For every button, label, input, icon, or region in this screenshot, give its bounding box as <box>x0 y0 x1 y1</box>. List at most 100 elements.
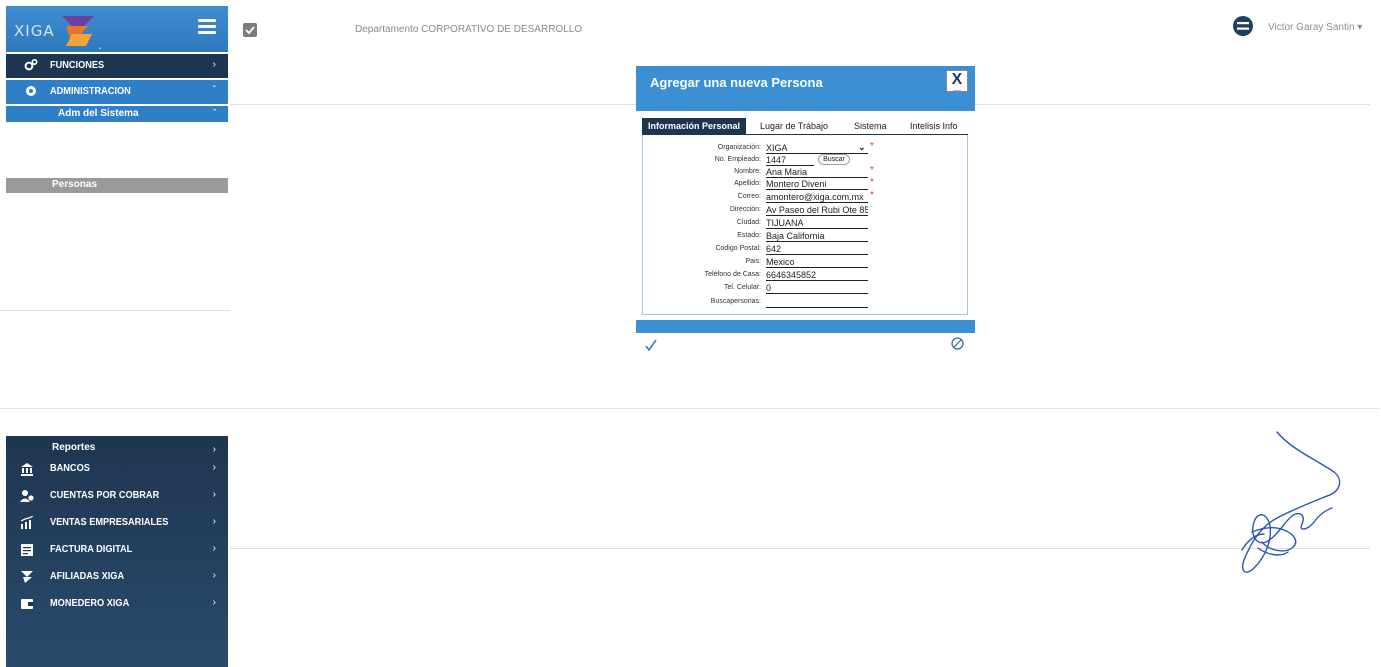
form-row-buscapersonas: Buscapersonas: <box>642 297 968 309</box>
modal-tabs: Información Personal Lugar de Trábajo Si… <box>642 118 968 134</box>
chevron-right-icon: › <box>212 444 216 455</box>
pais-field[interactable]: Mexico <box>766 257 868 268</box>
xiga-logo-icon <box>62 16 94 46</box>
buscar-button[interactable]: Buscar <box>818 154 850 165</box>
field-label: Tel. Celular: <box>724 284 761 291</box>
field-label: Codigo Postal: <box>715 245 761 252</box>
tab-intelisis-info[interactable]: Intelisis Info <box>910 118 958 134</box>
sidebar-item-factura-digital[interactable]: FACTURA DIGITAL › <box>6 539 228 561</box>
wallet-icon <box>21 599 33 609</box>
field-label: Buscapersonas: <box>710 298 761 305</box>
field-label: Pais: <box>745 258 761 265</box>
tab-lugar-de-trabajo[interactable]: Lugar de Trábajo <box>760 118 828 134</box>
gears-icon <box>24 58 38 71</box>
direccion-field[interactable]: Av Paseo del Rubi Ote 850 <box>766 205 868 216</box>
user-menu[interactable]: Victor Garay Santin ▾ <box>1268 22 1362 33</box>
cancel-icon[interactable] <box>951 337 964 350</box>
tab-informacion-personal[interactable]: Información Personal <box>642 118 747 134</box>
form-row-codigo-postal: Codigo Postal: 642 <box>642 244 968 256</box>
chevron-down-icon: ⌄ <box>858 142 866 152</box>
gear-icon <box>26 86 36 96</box>
sidebar-item-label: MONEDERO XIGA <box>50 598 130 609</box>
field-label: Dirección: <box>729 206 761 213</box>
organizacion-select[interactable]: XIGA <box>766 143 868 154</box>
field-label: No. Empleado: <box>714 156 761 163</box>
divider <box>0 408 1380 409</box>
field-label: Teléfono de Casa: <box>704 271 761 278</box>
sidebar-subitem-adm-sistema[interactable]: Adm del Sistema ˇ <box>6 106 228 122</box>
sidebar-item-label: CUENTAS POR COBRAR <box>50 490 160 501</box>
modal-footer <box>636 320 975 333</box>
form-row-tel-celular: Tel. Celular: 0 <box>642 283 968 295</box>
nombre-field[interactable]: Ana Maria <box>766 167 868 178</box>
form-row-ciudad: Ciudad: TIJUANA <box>642 218 968 230</box>
chevron-right-icon: › <box>212 570 216 581</box>
required-mark: * <box>870 190 874 201</box>
form-row-no-empleado: No. Empleado: 1447 Buscar <box>642 154 968 167</box>
form-row-direccion: Dirección: Av Paseo del Rubi Ote 850 <box>642 205 968 217</box>
form-row-pais: Pais: Mexico <box>642 257 968 269</box>
hamburger-menu-icon[interactable] <box>198 19 216 35</box>
field-label: Apellido: <box>734 180 761 187</box>
telefono-casa-field[interactable]: 6646345852 <box>766 270 868 281</box>
form-row-correo: Correo: amontero@xiga.com.mx * <box>642 190 968 204</box>
estado-field[interactable]: Baja California <box>766 231 868 242</box>
form-row-nombre: Nombre: Ana Maria * <box>642 165 968 179</box>
reports-heading[interactable]: Reportes <box>52 442 95 453</box>
chevron-right-icon: › <box>212 462 216 473</box>
codigo-postal-field[interactable]: 642 <box>766 244 868 255</box>
sidebar-item-ventas-empresariales[interactable]: VENTAS EMPRESARIALES › <box>6 512 228 534</box>
user-avatar-icon[interactable] <box>1232 15 1254 37</box>
employee-number-field[interactable]: 1447 <box>766 155 814 166</box>
field-label: Nombre: <box>734 168 761 175</box>
field-label: Ciudad: <box>736 219 761 226</box>
department-label: Departamento CORPORATIVO DE DESARROLLO <box>355 24 583 35</box>
modal-header: Agregar una nueva Persona X <box>636 66 975 111</box>
sidebar-item-monedero-xiga[interactable]: MONEDERO XIGA › <box>6 593 228 615</box>
screen: XIGA . FUNCIONES › ADMINISTRACION ˇ Adm … <box>0 0 1381 667</box>
sidebar-subitem-label: Adm del Sistema <box>58 108 139 119</box>
checkmark-icon[interactable] <box>644 338 658 352</box>
sidebar-item-bancos[interactable]: BANCOS › <box>6 458 228 480</box>
sidebar-item-label: FUNCIONES <box>50 60 105 71</box>
divider <box>0 310 230 311</box>
form-row-apellido: Apellido: Montero Diveni * <box>642 177 968 191</box>
close-underline <box>953 90 961 91</box>
ciudad-field[interactable]: TIJUANA <box>766 218 868 229</box>
field-label: Estado: <box>737 232 761 239</box>
required-mark: * <box>870 165 874 176</box>
sidebar-reports-panel: Reportes › BANCOS › CUENTAS POR COBRAR › <box>6 436 228 667</box>
email-field[interactable]: amontero@xiga.com.mx <box>766 192 868 203</box>
chevron-right-icon: › <box>212 543 216 554</box>
form-row-organizacion: Organización: XIGA ⌄ * <box>642 141 968 155</box>
sidebar-item-funciones[interactable]: FUNCIONES › <box>6 54 228 78</box>
bank-icon <box>21 463 33 476</box>
required-mark: * <box>870 177 874 188</box>
handwritten-signature <box>1241 431 1341 573</box>
sidebar-item-afiliadas-xiga[interactable]: AFILIADAS XIGA › <box>6 566 228 588</box>
tab-sistema[interactable]: Sistema <box>854 118 887 134</box>
field-label: Correo: <box>737 193 761 200</box>
tel-celular-field[interactable]: 0 <box>766 283 868 294</box>
checkbox[interactable] <box>243 23 257 37</box>
buscapersonas-field[interactable] <box>766 297 868 308</box>
invoice-icon <box>21 544 33 556</box>
apellido-field[interactable]: Montero Diveni <box>766 179 868 190</box>
sidebar-item-administracion[interactable]: ADMINISTRACION ˇ <box>6 80 228 104</box>
required-mark: * <box>870 141 874 152</box>
checkmark-icon <box>245 26 255 35</box>
brand-suffix: . <box>98 36 102 52</box>
sidebar-item-personas[interactable]: Personas <box>6 178 228 193</box>
divider <box>230 548 1370 549</box>
modal-title: Agregar una nueva Persona <box>650 75 823 90</box>
chevron-down-icon: ˇ <box>212 85 216 96</box>
chevron-right-icon: › <box>212 59 216 70</box>
form-row-telefono-casa: Teléfono de Casa: 6646345852 <box>642 270 968 282</box>
close-button[interactable]: X <box>946 70 968 92</box>
sidebar-item-label: AFILIADAS XIGA <box>50 571 125 582</box>
sidebar-item-label: FACTURA DIGITAL <box>50 544 133 555</box>
sales-chart-icon <box>20 516 34 529</box>
brand-name: XIGA <box>14 22 55 40</box>
users-money-icon <box>20 490 34 502</box>
sidebar-item-cuentas-por-cobrar[interactable]: CUENTAS POR COBRAR › <box>6 485 228 507</box>
